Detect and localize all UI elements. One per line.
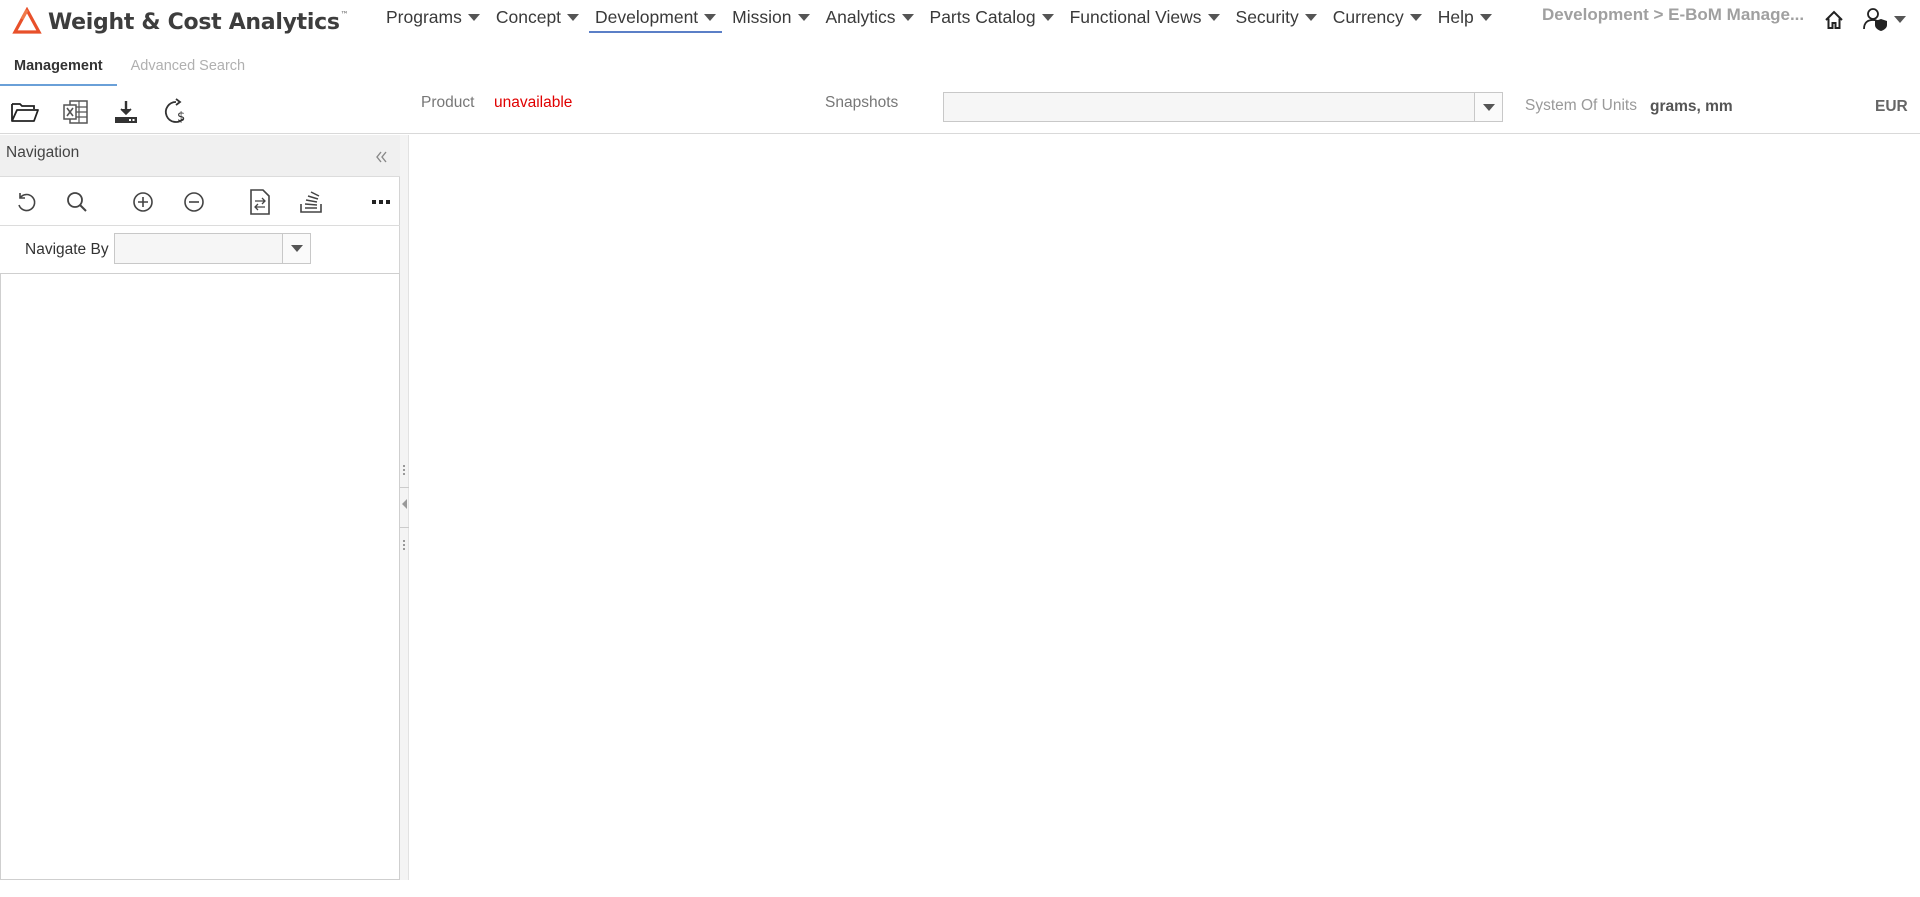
caret-down-icon — [567, 13, 580, 21]
search-icon — [67, 192, 87, 212]
more-icon — [372, 200, 390, 204]
caret-down-icon — [704, 13, 717, 21]
menu-label: Currency — [1332, 6, 1404, 27]
refresh-icon — [18, 193, 36, 212]
stack-button[interactable] — [296, 187, 326, 217]
excel-export-icon — [63, 100, 88, 124]
splitter-divider — [400, 487, 409, 488]
main-content-area — [410, 135, 1920, 880]
brand-logo-icon — [12, 7, 42, 34]
stack-icon — [300, 191, 322, 213]
snapshots-select[interactable] — [943, 92, 1503, 122]
expand-icon — [133, 192, 153, 212]
compare-button[interactable] — [245, 187, 275, 217]
panel-splitter[interactable] — [400, 135, 409, 880]
caret-down-icon — [290, 245, 303, 252]
menu-programs[interactable]: Programs — [378, 2, 488, 32]
menu-label: Analytics — [825, 6, 896, 27]
menu-currency[interactable]: Currency — [1325, 2, 1430, 32]
menu-development[interactable]: Development — [587, 2, 724, 33]
navigation-toolbar — [0, 178, 400, 226]
caret-down-icon — [1409, 13, 1422, 21]
product-value: unavailable — [494, 94, 573, 111]
currency-value: EUR — [1875, 98, 1908, 115]
menu-help[interactable]: Help — [1430, 2, 1500, 32]
trademark: ™ — [340, 9, 349, 19]
tab-advanced-search[interactable]: Advanced Search — [117, 52, 259, 86]
refresh-cost-icon: $ — [164, 98, 185, 125]
refresh-button[interactable] — [11, 187, 41, 217]
double-chevron-left-icon — [376, 151, 387, 163]
caret-down-icon — [467, 13, 480, 21]
navigate-by-select[interactable] — [114, 233, 311, 264]
svg-text:$: $ — [177, 110, 185, 125]
product-label: Product — [421, 94, 475, 111]
navigate-by-label: Navigate By — [25, 241, 109, 258]
collapse-icon — [184, 192, 204, 212]
tab-management[interactable]: Management — [0, 52, 117, 86]
subtabs: Management Advanced Search — [0, 52, 259, 86]
collapse-button[interactable] — [179, 187, 209, 217]
user-menu-button[interactable] — [1862, 6, 1908, 32]
home-icon — [1825, 10, 1843, 29]
menu-security[interactable]: Security — [1228, 2, 1325, 32]
navigation-title: Navigation — [6, 144, 80, 161]
toolbar: $ Product unavailable Snapshots System O… — [0, 92, 1920, 134]
menu-label: Parts Catalog — [929, 6, 1036, 27]
units-value: grams, mm — [1650, 98, 1733, 115]
menu-label: Development — [595, 6, 699, 27]
menu-label: Help — [1437, 6, 1474, 27]
menu-parts-catalog[interactable]: Parts Catalog — [922, 2, 1062, 32]
caret-down-icon — [797, 13, 810, 21]
download-button[interactable] — [110, 96, 142, 128]
more-button[interactable] — [366, 187, 396, 217]
search-button[interactable] — [62, 187, 92, 217]
app-title: Weight & Cost Analytics™ — [48, 9, 349, 35]
menu-analytics[interactable]: Analytics — [818, 2, 922, 32]
brand[interactable]: Weight & Cost Analytics™ — [12, 6, 349, 38]
chevron-down-icon — [1894, 15, 1906, 23]
open-button[interactable] — [9, 96, 41, 128]
folder-open-icon — [11, 103, 39, 122]
splitter-collapse-arrow-icon[interactable] — [402, 499, 407, 509]
export-excel-button[interactable] — [60, 96, 92, 128]
navigation-panel: Navigation Navigate By — [0, 135, 400, 880]
collapse-panel-button[interactable] — [372, 147, 392, 167]
navigation-header: Navigation — [0, 135, 400, 177]
user-shield-icon — [1863, 8, 1887, 31]
snapshots-dropdown-button[interactable] — [1474, 93, 1502, 121]
refresh-cost-button[interactable]: $ — [160, 96, 192, 128]
menu-label: Concept — [495, 6, 562, 27]
menu-functional-views[interactable]: Functional Views — [1062, 2, 1228, 32]
breadcrumb: Development > E-BoM Manage... — [1542, 5, 1805, 24]
caret-down-icon — [1041, 13, 1054, 21]
expand-button[interactable] — [128, 187, 158, 217]
caret-down-icon — [1482, 103, 1495, 111]
home-button[interactable] — [1823, 9, 1845, 31]
snapshots-label: Snapshots — [825, 94, 899, 111]
caret-down-icon — [901, 13, 914, 21]
caret-down-icon — [1479, 13, 1492, 21]
menu-label: Mission — [732, 6, 792, 27]
main-menu: Programs Concept Development Mission Ana… — [378, 0, 1500, 34]
splitter-grip — [403, 465, 406, 477]
units-label: System Of Units — [1525, 97, 1637, 114]
menu-concept[interactable]: Concept — [488, 2, 587, 32]
splitter-grip — [403, 540, 406, 552]
top-bar: Weight & Cost Analytics™ Programs Concep… — [0, 0, 1920, 38]
compare-icon — [250, 189, 270, 215]
splitter-divider — [400, 527, 409, 528]
navigate-by-dropdown-button[interactable] — [282, 234, 310, 263]
download-icon — [115, 101, 137, 123]
caret-down-icon — [1304, 13, 1317, 21]
menu-mission[interactable]: Mission — [724, 2, 817, 32]
menu-label: Security — [1235, 6, 1299, 27]
caret-down-icon — [1207, 13, 1220, 21]
menu-label: Programs — [386, 6, 462, 27]
menu-label: Functional Views — [1069, 6, 1202, 27]
navigation-tree[interactable] — [0, 273, 400, 880]
